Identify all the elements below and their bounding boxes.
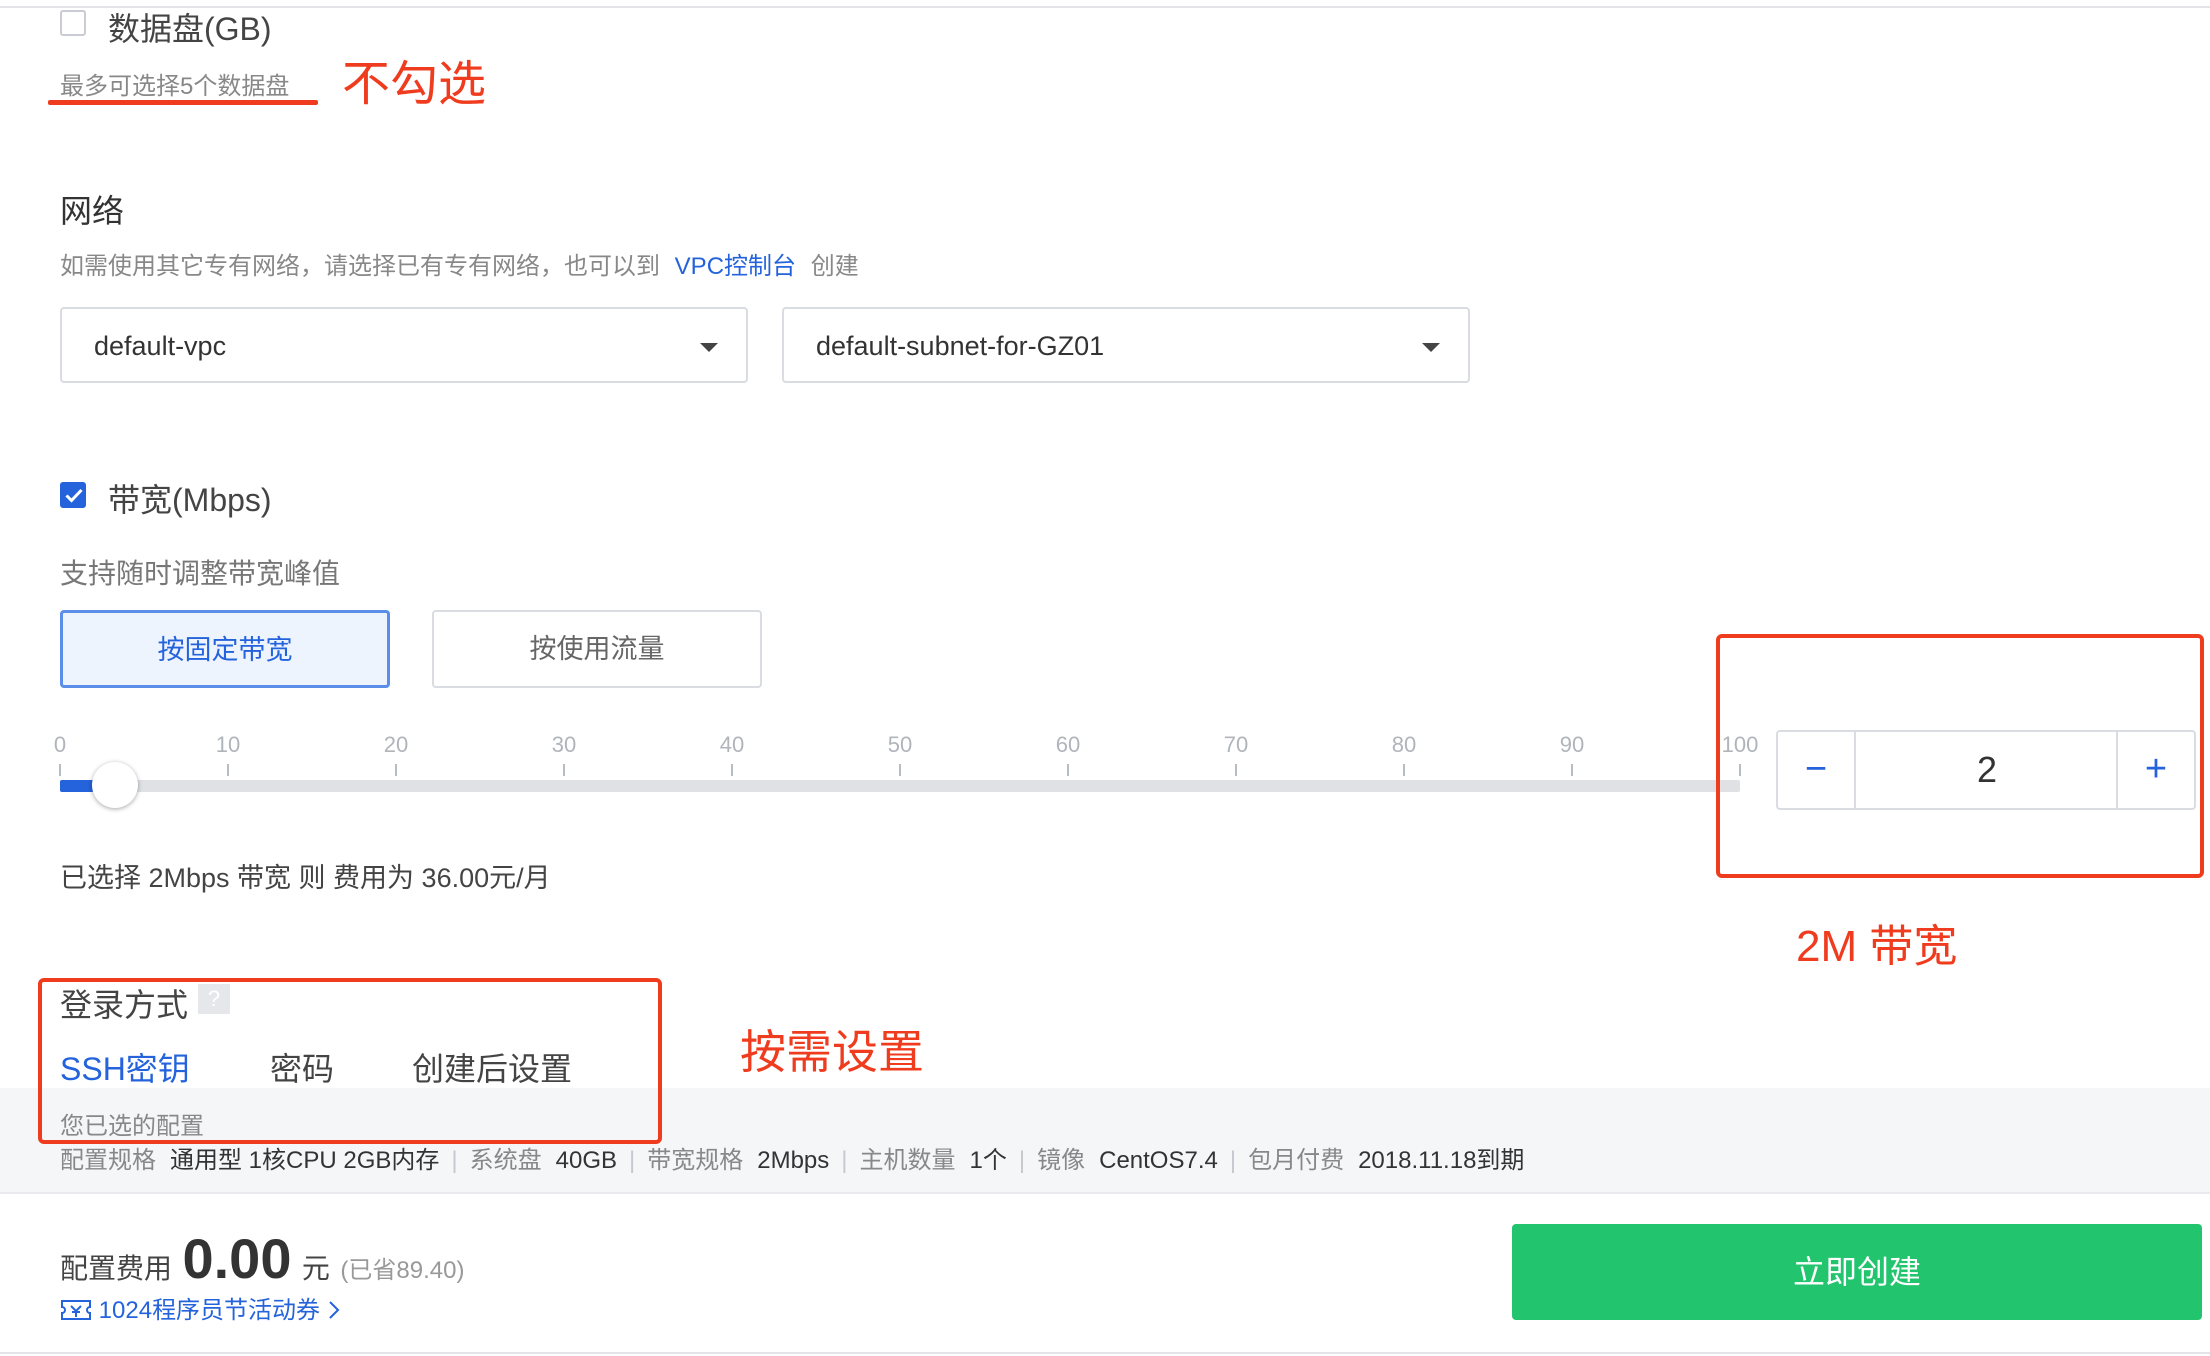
config-separator: | [451,1147,458,1174]
vpc-select-value: default-vpc [94,331,227,361]
slider-tick-label: 40 [719,732,745,757]
slider-tick-label: 10 [215,732,241,757]
vpc-console-link[interactable]: VPC控制台 [675,253,796,280]
slider-tick-label: 0 [53,732,67,757]
config-item-label: 主机数量 [859,1147,956,1174]
config-item-label: 系统盘 [469,1147,542,1174]
config-item-value: 通用型 1核CPU 2GB内存 [170,1147,440,1174]
config-item-value: 2Mbps [757,1147,830,1174]
slider-tick [395,764,397,776]
slider-tick-label: 70 [1223,732,1249,757]
bandwidth-label: 带宽(Mbps) [108,482,272,518]
coupon-text: 1024程序员节活动券 [98,1297,321,1324]
slider-tick-label: 80 [1391,732,1417,757]
slider-tick [59,764,61,776]
slider-fill [60,780,94,792]
config-item-label: 镜像 [1037,1147,1086,1174]
bandwidth-checkbox[interactable] [60,482,86,508]
config-item-value: 1个 [969,1147,1007,1174]
fee-amount: 0.00 [182,1227,292,1290]
config-item-value: 40GB [555,1147,617,1174]
create-now-button[interactable]: 立即创建 [1512,1224,2202,1320]
selected-config-items: 配置规格 通用型 1核CPU 2GB内存 | 系统盘 40GB | 带宽规格 2Mbps | 主机… [60,1140,1524,1175]
slider-tick [731,764,733,776]
vpc-select[interactable]: default-vpc [60,307,748,383]
slider-tick [563,764,565,776]
annotation-no-check: 不勾选 [342,58,487,111]
footer-divider [0,1192,2210,1194]
slider-tick-label: 90 [1559,732,1585,757]
slider-tick-label: 20 [383,732,409,757]
annotation-underline [48,100,318,105]
ticket-icon [61,1300,91,1320]
config-separator: | [1018,1147,1026,1174]
fee-label: 配置费用 [60,1253,173,1284]
slider-tick-label: 50 [887,732,913,757]
network-hint: 如需使用其它专有网络，请选择已有专有网络，也可以到 VPC控制台 创建 [60,246,859,281]
annotation-bandwidth: 2M 带宽 [1796,922,1958,971]
slider-tick [1571,764,1573,776]
fee-block: 配置费用 0.00 元 (已省89.40) [60,1226,464,1291]
check-icon [65,488,83,503]
data-disk-hint: 最多可选择5个数据盘 [60,73,290,100]
network-hint-suffix: 创建 [810,253,859,280]
traffic-bandwidth-button[interactable]: 按使用流量 [432,610,762,688]
config-item-label: 带宽规格 [647,1147,744,1174]
config-item-label: 包月付费 [1248,1147,1345,1174]
config-item-label: 配置规格 [60,1147,156,1174]
top-divider [0,6,2210,8]
slider-tick [1403,764,1405,776]
subnet-select[interactable]: default-subnet-for-GZ01 [782,307,1470,383]
annotation-as-needed: 按需设置 [740,1026,924,1078]
coupon-link[interactable]: 1024程序员节活动券 [60,1290,341,1325]
slider-handle[interactable] [92,762,138,808]
slider-tick [1067,764,1069,776]
slider-tick [899,764,901,776]
bandwidth-fee-summary: 已选择 2Mbps 带宽 则 费用为 36.00元/月 [60,863,551,893]
config-separator: | [1229,1147,1237,1174]
data-disk-label: 数据盘(GB) [108,11,272,47]
annotation-box-login [38,978,662,1144]
network-hint-text: 如需使用其它专有网络，请选择已有专有网络，也可以到 [60,253,660,280]
annotation-box-bandwidth [1716,634,2204,878]
slider-tick [227,764,229,776]
fee-unit: 元 [301,1253,330,1284]
fixed-bandwidth-button[interactable]: 按固定带宽 [60,610,390,688]
slider-tick-label: 60 [1055,732,1081,757]
chevron-down-icon [1422,343,1440,352]
config-item-value: CentOS7.4 [1099,1147,1218,1174]
bandwidth-slider[interactable]: 0 10 20 30 40 50 60 70 80 90 100 [54,720,1758,808]
data-disk-checkbox[interactable] [60,10,86,36]
config-separator: | [841,1147,848,1174]
chevron-down-icon [700,343,718,352]
slider-tick [1235,764,1237,776]
config-item-value: 2018.11.18到期 [1358,1147,1525,1174]
fee-saved: (已省89.40) [340,1257,465,1284]
config-separator: | [629,1147,636,1174]
subnet-select-value: default-subnet-for-GZ01 [816,331,1105,361]
slider-tick-label: 30 [551,732,577,757]
slider-track [60,780,1740,792]
chevron-right-icon [329,1301,340,1319]
bottom-divider [0,1352,2210,1354]
bandwidth-hint: 支持随时调整带宽峰值 [60,558,341,589]
network-title: 网络 [60,193,125,229]
